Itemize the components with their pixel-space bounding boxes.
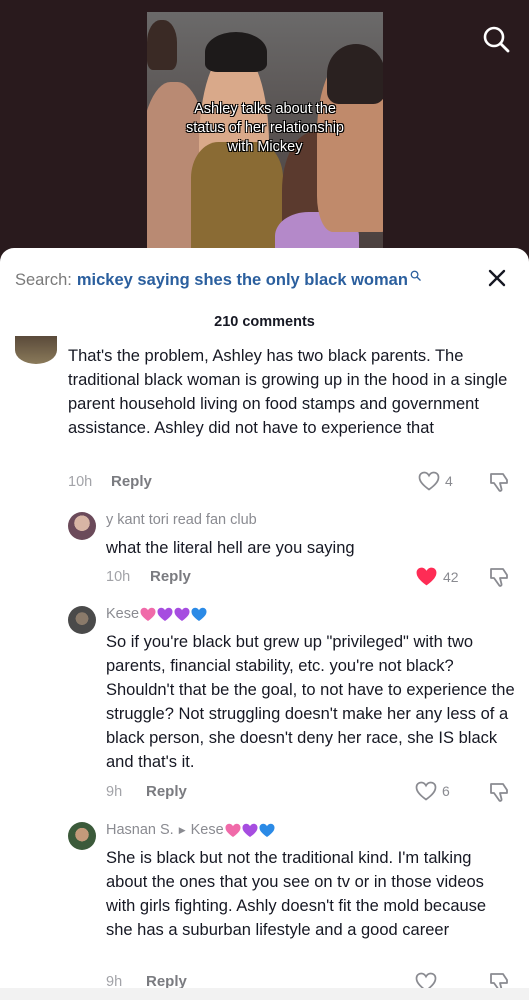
comment-text: what the literal hell are you saying (106, 539, 355, 557)
comment-count: 210 comments (214, 314, 315, 330)
like-button[interactable]: 6 (415, 781, 450, 801)
purple-heart-emoji (242, 823, 258, 837)
avatar[interactable] (68, 512, 96, 540)
comment-time: 9h (106, 784, 123, 800)
like-button[interactable]: 42 (415, 566, 459, 587)
video-caption: Ashley talks about the status of her rel… (186, 101, 344, 155)
comments-sheet: Search: mickey saying shes the only blac… (0, 248, 529, 1000)
comment-time: 10h (68, 474, 93, 490)
reply-button[interactable]: Reply (150, 568, 191, 585)
dislike-icon[interactable] (488, 470, 512, 494)
heart-icon (418, 471, 440, 491)
search-bar[interactable]: Search: mickey saying shes the only blac… (15, 268, 514, 292)
like-count: 42 (443, 568, 459, 585)
search-query-link[interactable]: mickey saying shes the only black woman (77, 271, 408, 290)
reply-to-name[interactable]: Kese (191, 822, 224, 838)
reply-button[interactable]: Reply (146, 783, 187, 800)
avatar[interactable] (68, 606, 96, 634)
video-thumbnail[interactable]: Ashley talks about the status of her rel… (147, 12, 383, 260)
like-button[interactable]: 4 (418, 471, 453, 491)
person-shape (205, 32, 267, 72)
comment-text: So if you're black but grew up "privileg… (106, 633, 515, 771)
purple-heart-emoji (157, 607, 173, 621)
blue-heart-emoji (191, 607, 207, 621)
search-icon[interactable] (481, 24, 511, 54)
like-count: 6 (442, 783, 450, 799)
search-icon (410, 270, 421, 281)
comment-input-bar[interactable] (0, 988, 529, 1000)
reply-button[interactable]: Reply (111, 473, 152, 490)
avatar[interactable] (15, 336, 57, 364)
comment-author[interactable]: Hasnan S. ▶ Kese (106, 822, 275, 838)
author-name: y kant tori read fan club (106, 512, 257, 528)
dislike-icon[interactable] (488, 565, 512, 589)
video-background: Ashley talks about the status of her rel… (0, 0, 529, 260)
person-shape (327, 44, 383, 104)
purple-heart-emoji (174, 607, 190, 621)
close-icon[interactable] (487, 268, 507, 288)
comment-text: She is black but not the traditional kin… (106, 849, 487, 939)
sparkling-heart-emoji (140, 607, 156, 621)
author-name: Hasnan S. (106, 822, 174, 838)
comment-text: That's the problem, Ashley has two black… (68, 347, 508, 437)
reply-to-arrow-icon: ▶ (178, 824, 186, 835)
dislike-icon[interactable] (488, 780, 512, 804)
person-shape (191, 142, 283, 260)
search-prefix-label: Search: (15, 270, 72, 289)
heart-filled-icon (416, 567, 437, 586)
comment-time: 10h (106, 569, 131, 585)
comment-author[interactable]: Kese (106, 606, 207, 622)
like-count: 4 (445, 473, 453, 489)
author-name: Kese (106, 606, 140, 622)
sparkling-heart-emoji (225, 823, 241, 837)
blue-heart-emoji (259, 823, 275, 837)
avatar[interactable] (68, 822, 96, 850)
comment-author[interactable]: y kant tori read fan club (106, 512, 257, 528)
person-shape (147, 20, 177, 70)
heart-icon (415, 781, 437, 801)
